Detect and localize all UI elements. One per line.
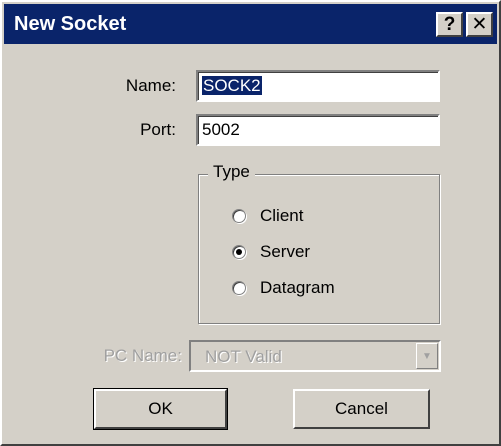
radio-datagram[interactable]: Datagram	[232, 276, 335, 300]
port-field[interactable]: 5002	[196, 114, 440, 146]
type-group-title: Type	[208, 162, 255, 182]
name-label: Name:	[125, 76, 176, 95]
window-title: New Socket	[14, 13, 127, 35]
close-button[interactable]: ✕	[466, 12, 493, 37]
title-bar[interactable]: New Socket ? ✕	[4, 4, 497, 44]
radio-server-label: Server	[260, 242, 311, 261]
pc-name-combobox[interactable]: NOT Valid ▼	[189, 340, 441, 372]
radio-client-circle[interactable]	[232, 209, 246, 223]
help-icon: ?	[443, 13, 456, 35]
radio-datagram-label: Datagram	[260, 278, 335, 297]
radio-datagram-circle[interactable]	[232, 281, 246, 295]
port-label: Port:	[140, 120, 176, 139]
radio-client-label: Client	[260, 206, 304, 225]
pc-name-label: PC Name:	[103, 346, 182, 365]
close-icon: ✕	[471, 14, 488, 35]
name-value: SOCK2	[202, 76, 262, 95]
cancel-button[interactable]: Cancel	[293, 389, 430, 429]
port-value: 5002	[202, 120, 240, 139]
radio-server-circle[interactable]	[232, 245, 246, 259]
radio-client[interactable]: Client	[232, 204, 303, 228]
name-field[interactable]: SOCK2	[196, 70, 440, 102]
pc-name-value: NOT Valid	[205, 347, 282, 366]
radio-server[interactable]: Server	[232, 240, 310, 264]
ok-button[interactable]: OK	[93, 388, 228, 430]
help-button[interactable]: ?	[436, 12, 463, 37]
new-socket-dialog: New Socket ? ✕ Name: SOCK2 Port: 5002 Ty…	[0, 0, 501, 446]
chevron-down-icon[interactable]: ▼	[416, 343, 438, 369]
